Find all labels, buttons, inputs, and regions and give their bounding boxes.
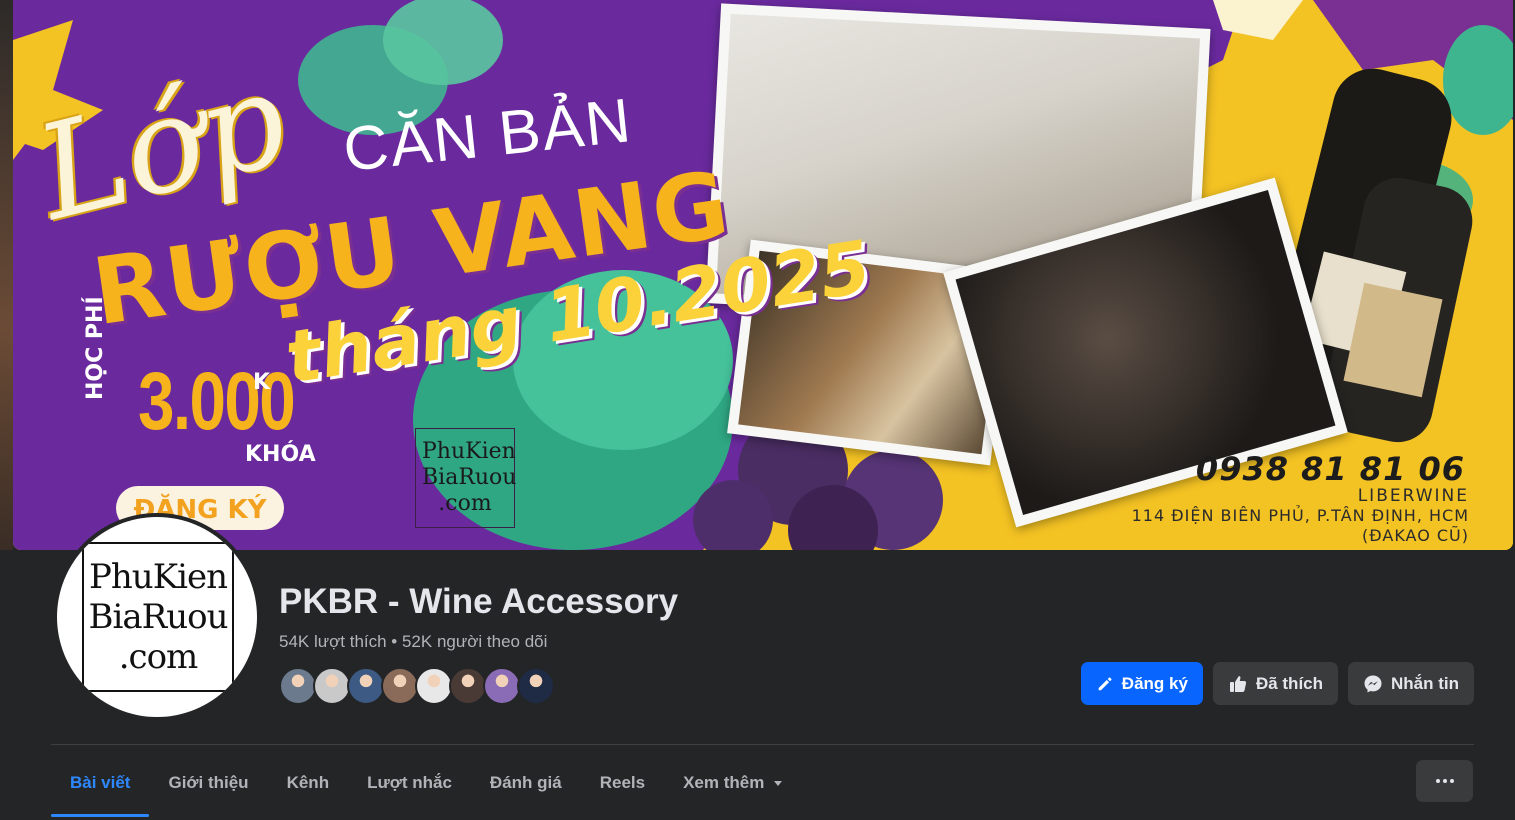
follower-avatar[interactable] <box>517 667 555 705</box>
tab-reviews[interactable]: Đánh giá <box>471 752 581 814</box>
message-button[interactable]: Nhắn tin <box>1348 662 1474 705</box>
tab-about-label: Giới thiệu <box>168 773 249 792</box>
tab-reels-label: Reels <box>599 773 646 792</box>
cover-logo-line1: PhuKien <box>422 439 516 464</box>
avatar-logo-line1: PhuKien <box>89 557 228 597</box>
cover-logo-line3: .com <box>438 491 492 516</box>
cover-fee-value: 3.000 <box>138 356 296 447</box>
tab-posts[interactable]: Bài viết <box>51 752 150 817</box>
cover-brand: LIBERWINE <box>1357 486 1469 506</box>
follower-avatar[interactable] <box>415 667 453 705</box>
profile-divider <box>51 744 1474 745</box>
page-title: PKBR - Wine Accessory <box>279 582 679 621</box>
avatar-logo: PhuKien BiaRuou .com <box>82 542 234 692</box>
tab-mentions[interactable]: Lượt nhắc <box>348 752 471 814</box>
cover-phone: 0938 81 81 06 <box>1195 450 1465 488</box>
follower-avatar[interactable] <box>449 667 487 705</box>
cover-fee-unit: K <box>253 370 271 395</box>
subscribe-button[interactable]: Đăng ký <box>1080 662 1203 705</box>
tab-mentions-label: Lượt nhắc <box>367 773 452 792</box>
avatar-logo-line2: BiaRuou <box>88 597 229 637</box>
more-options-button[interactable] <box>1416 760 1473 802</box>
tab-reels[interactable]: Reels <box>581 752 664 814</box>
thumbs-up-icon <box>1229 675 1247 692</box>
tab-more-label: Xem thêm <box>683 773 765 792</box>
left-edge-strip <box>0 0 13 550</box>
profile-tabs: Bài viết Giới thiệu Kênh Lượt nhắc Đánh … <box>51 752 803 818</box>
cover-logo: PhuKien BiaRuou .com <box>415 428 517 528</box>
caret-down-icon <box>774 781 783 786</box>
page-actions: Đăng ký Đã thích Nhắn tin <box>1080 662 1474 705</box>
profile-avatar[interactable]: PhuKien BiaRuou .com <box>53 513 261 721</box>
follower-avatar[interactable] <box>279 667 317 705</box>
tab-posts-label: Bài viết <box>70 773 131 792</box>
tab-channel[interactable]: Kênh <box>268 752 349 814</box>
follower-avatars[interactable] <box>279 667 555 705</box>
cover-fee-label: HỌC PHÍ <box>83 296 108 400</box>
avatar-logo-line3: .com <box>118 637 199 677</box>
cover-photo[interactable]: Lớp CĂN BẢN RƯỢU VANG tháng 10.2025 HỌC … <box>13 0 1513 550</box>
cover-address: 114 ĐIỆN BIÊN PHỦ, P.TÂN ĐỊNH, HCM <box>1131 506 1469 525</box>
tab-channel-label: Kênh <box>286 773 330 792</box>
liked-label: Đã thích <box>1255 673 1323 693</box>
follower-avatar[interactable] <box>381 667 419 705</box>
cover-address-note: (ĐAKAO CŨ) <box>1362 526 1469 545</box>
follower-avatar[interactable] <box>347 667 385 705</box>
liked-button[interactable]: Đã thích <box>1212 662 1338 705</box>
messenger-icon <box>1364 675 1382 692</box>
tab-reviews-label: Đánh giá <box>489 773 562 792</box>
message-label: Nhắn tin <box>1391 673 1459 693</box>
follower-avatar[interactable] <box>483 667 521 705</box>
page-stats[interactable]: 54K lượt thích • 52K người theo dõi <box>279 632 547 652</box>
ellipsis-icon <box>1435 779 1454 783</box>
cover-logo-line2: BiaRuou <box>422 465 517 490</box>
pencil-icon <box>1098 676 1112 690</box>
tab-more[interactable]: Xem thêm <box>664 752 803 814</box>
subscribe-label: Đăng ký <box>1121 673 1188 693</box>
follower-avatar[interactable] <box>313 667 351 705</box>
cover-fee-suffix: KHÓA <box>245 442 316 467</box>
tab-about[interactable]: Giới thiệu <box>149 752 267 814</box>
